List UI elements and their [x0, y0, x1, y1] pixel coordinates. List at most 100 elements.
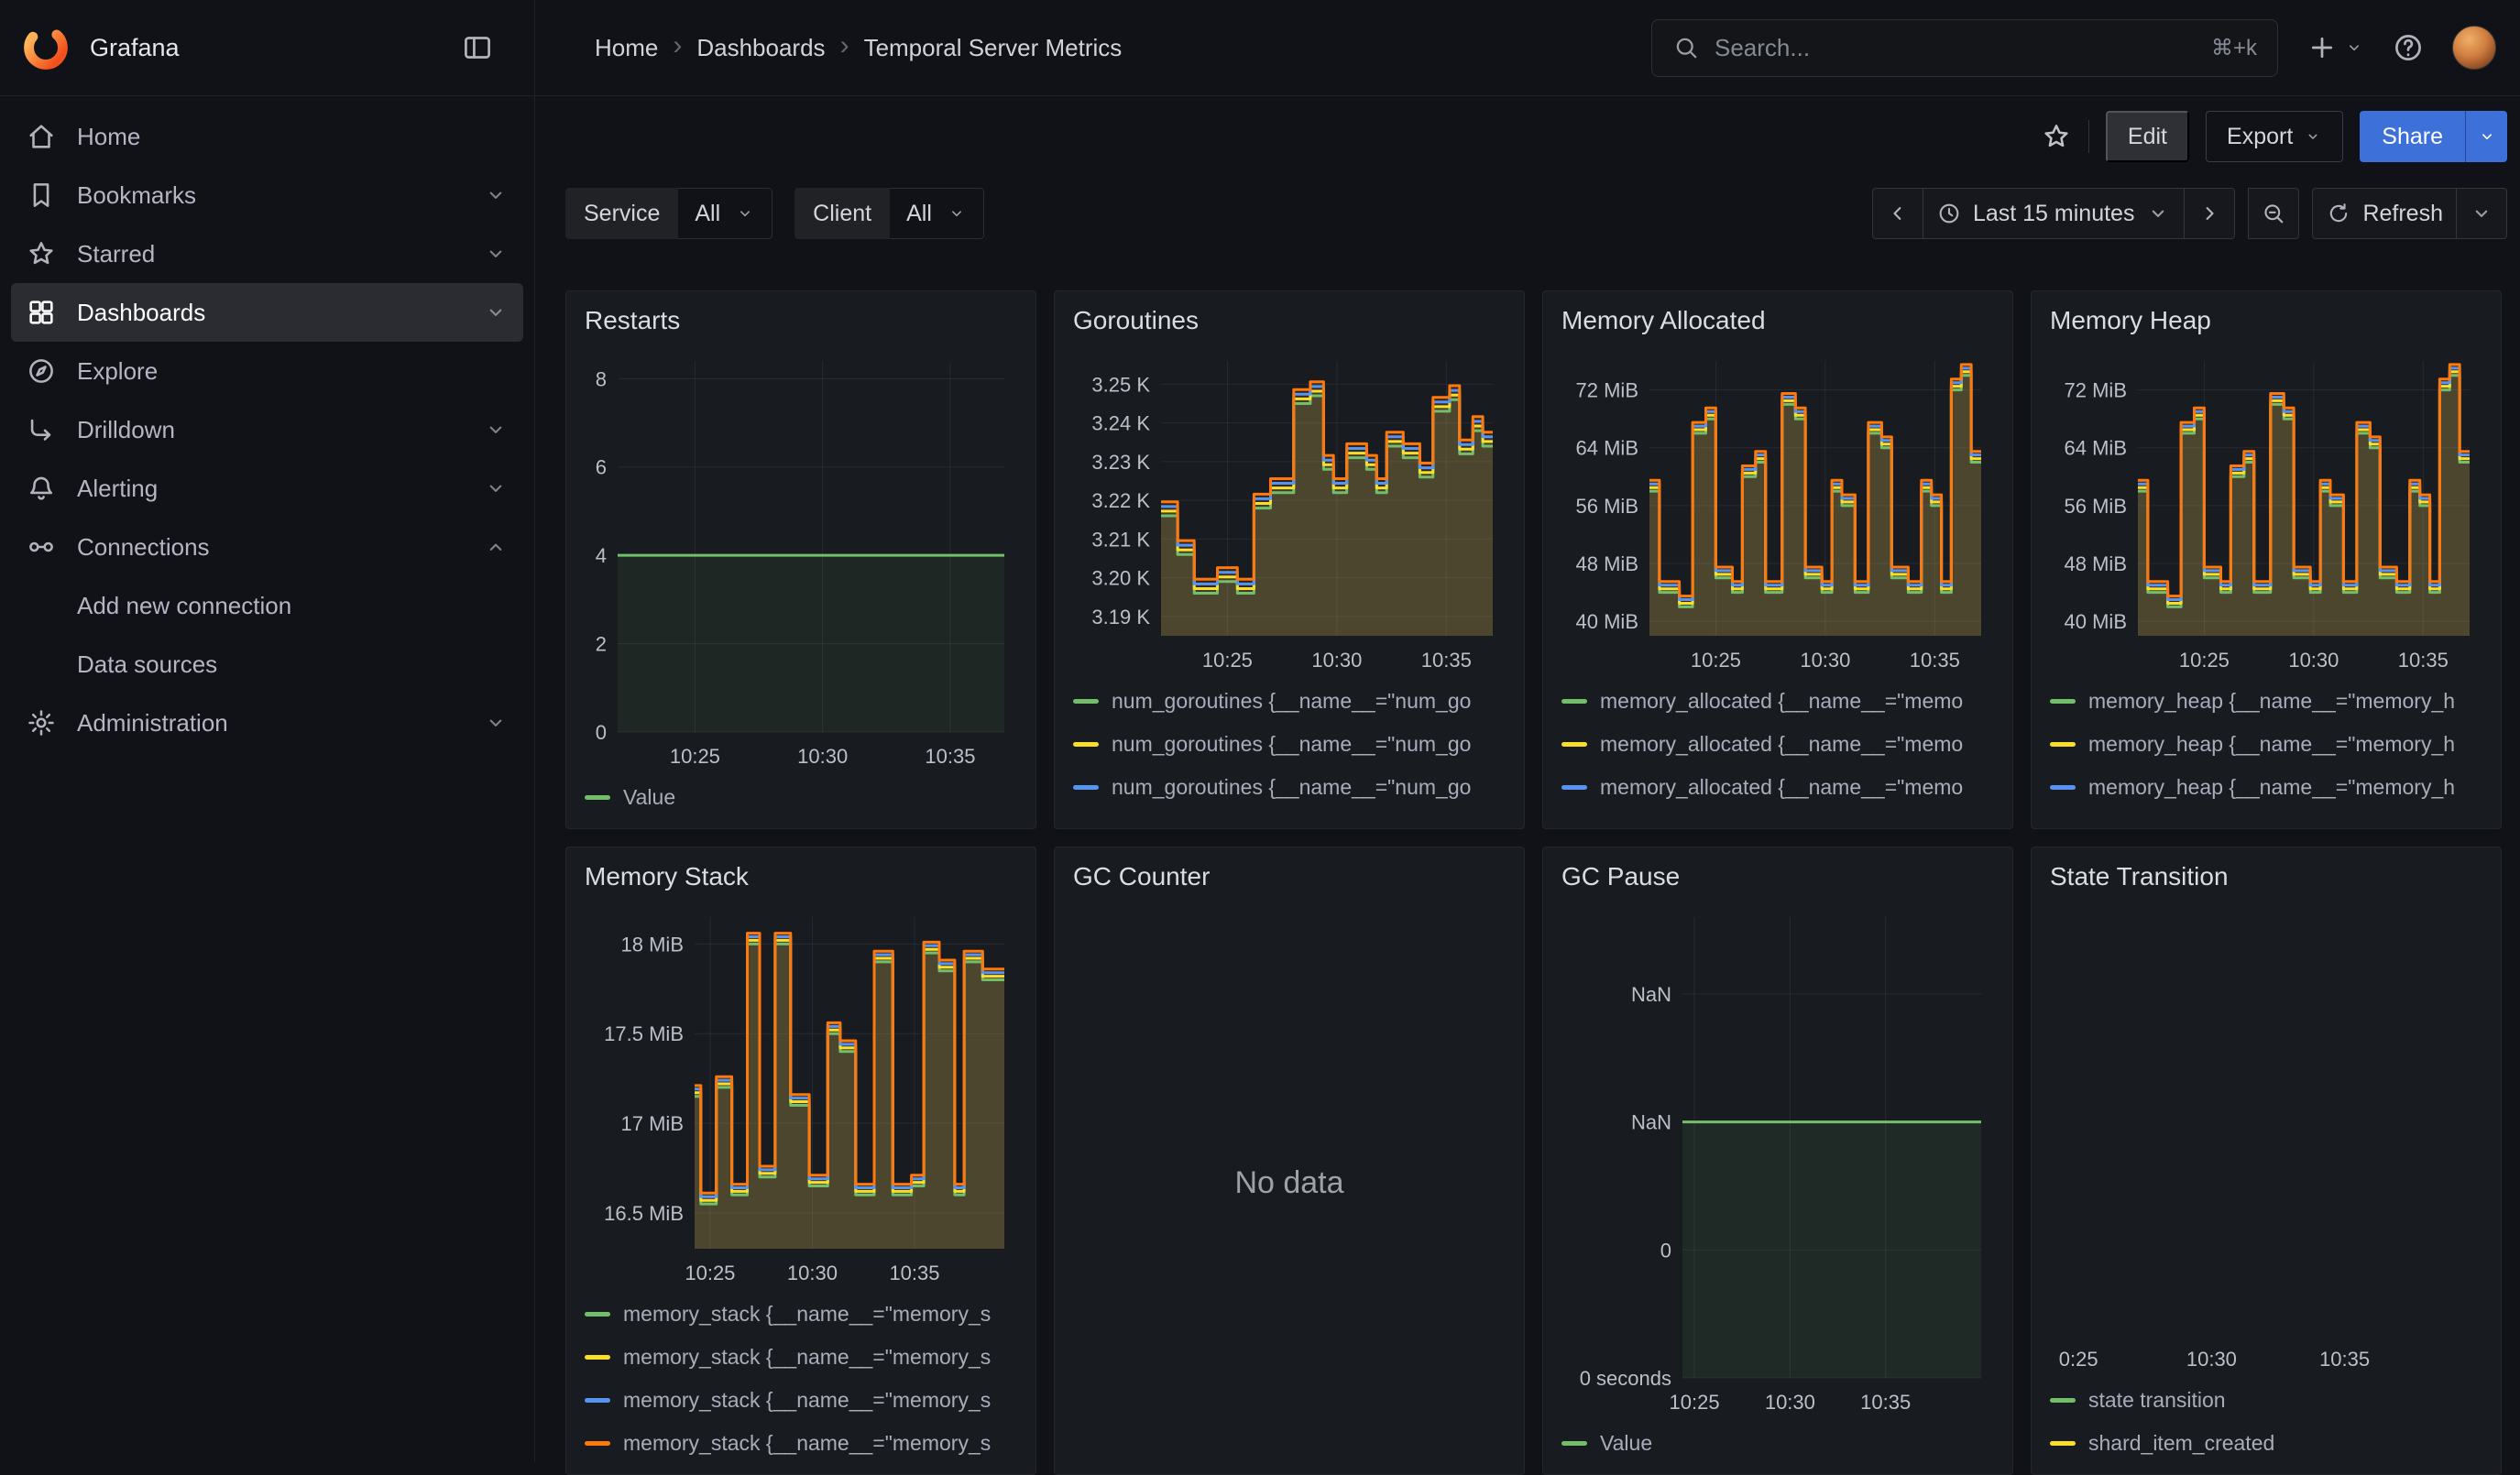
chart-area[interactable]: 40 MiB48 MiB56 MiB64 MiB72 MiB10:2510:30…	[2050, 344, 2482, 676]
legend-item[interactable]: memory_allocated {__name__="memo	[1561, 766, 1994, 809]
time-shift-back-button[interactable]	[1872, 188, 1923, 239]
grafana-logo[interactable]	[22, 24, 70, 71]
search-bar[interactable]: ⌘+k	[1651, 19, 2278, 77]
legend-item[interactable]: Value	[585, 776, 1017, 819]
chevron-down-icon	[2344, 38, 2364, 58]
svg-text:10:30: 10:30	[1800, 649, 1850, 672]
legend-item[interactable]: memory_stack {__name__="memory_s	[585, 1336, 1017, 1379]
panel-title[interactable]: GC Pause	[1561, 862, 1994, 899]
sidebar-item-alerting[interactable]: Alerting	[11, 459, 523, 518]
legend-item[interactable]: Value	[1561, 1422, 1994, 1465]
svg-text:10:30: 10:30	[2288, 649, 2339, 672]
chart-area[interactable]: 0246810:2510:3010:35	[585, 344, 1017, 772]
legend-item[interactable]: num_goroutines {__name__="num_go	[1073, 723, 1506, 766]
variable-client: ClientAll	[794, 188, 984, 239]
legend-item[interactable]: memory_heap {__name__="memory_h	[2050, 723, 2482, 766]
share-button[interactable]: Share	[2360, 111, 2465, 162]
chart-area[interactable]: 0 seconds0NaNNaN10:2510:3010:35	[1561, 901, 1994, 1418]
sidebar-item-starred[interactable]: Starred	[11, 224, 523, 283]
refresh-group: Refresh	[2312, 188, 2507, 239]
legend-label: Value	[623, 785, 675, 810]
variable-value: All	[906, 201, 932, 227]
legend-item[interactable]: memory_stack {__name__="memory_s	[585, 1422, 1017, 1465]
brand-text: Grafana	[90, 34, 180, 62]
sidebar-item-explore[interactable]: Explore	[11, 342, 523, 400]
user-avatar[interactable]	[2452, 26, 2496, 70]
dock-sidebar-icon[interactable]	[461, 31, 494, 64]
legend-item[interactable]: memory_stack {__name__="memory_s	[585, 1293, 1017, 1336]
variable-list: ServiceAll ClientAll	[565, 188, 984, 239]
star-dashboard-icon[interactable]	[2041, 121, 2072, 152]
legend-item[interactable]: memory_heap {__name__="memory_h	[2050, 809, 2482, 819]
panel-title[interactable]: Restarts	[585, 306, 1017, 343]
sidebar-item-connections[interactable]: Connections	[11, 518, 523, 576]
chevron-down-icon[interactable]	[483, 241, 509, 267]
time-range-group: Last 15 minutes	[1872, 188, 2236, 239]
chevron-down-icon[interactable]	[483, 475, 509, 501]
chart-area[interactable]: 3.19 K3.20 K3.21 K3.22 K3.23 K3.24 K3.25…	[1073, 344, 1506, 676]
legend-item[interactable]: shard_item_created	[2050, 1422, 2482, 1465]
breadcrumb-dashboards[interactable]: Dashboards	[696, 34, 825, 62]
chevron-up-icon[interactable]	[483, 534, 509, 560]
chevron-down-icon	[2145, 201, 2171, 226]
sidebar-item-home[interactable]: Home	[11, 107, 523, 166]
export-button[interactable]: Export	[2206, 111, 2343, 162]
share-menu-button[interactable]	[2465, 111, 2507, 162]
panel-title[interactable]: Memory Stack	[585, 862, 1017, 899]
legend-item[interactable]: memory_allocated {__name__="memo	[1561, 809, 1994, 819]
legend-swatch	[1561, 785, 1587, 790]
legend-item[interactable]: state transition	[2050, 1379, 2482, 1422]
breadcrumb-separator: ›	[673, 32, 682, 63]
legend-item[interactable]: memory_allocated {__name__="memo	[1561, 680, 1994, 723]
variable-value-dropdown[interactable]: All	[678, 188, 772, 239]
timeseries-plot: 0 seconds0NaNNaN10:2510:3010:35	[1561, 901, 1994, 1418]
sidebar-item-dashboards[interactable]: Dashboards	[11, 283, 523, 342]
panel-title[interactable]: State Transition	[2050, 862, 2482, 899]
legend-item[interactable]: num_goroutines {__name__="num_go	[1073, 680, 1506, 723]
legend-item[interactable]: num_goroutines {__name__="num_go	[1073, 809, 1506, 819]
search-input[interactable]	[1715, 34, 2197, 62]
legend-item[interactable]: memory_heap {__name__="memory_h	[2050, 766, 2482, 809]
search-icon	[1672, 34, 1700, 61]
chart-area[interactable]: 40 MiB48 MiB56 MiB64 MiB72 MiB10:2510:30…	[1561, 344, 1994, 676]
chart-area[interactable]: 16.5 MiB17 MiB17.5 MiB18 MiB10:2510:3010…	[585, 901, 1017, 1289]
sidebar-item-administration[interactable]: Administration	[11, 694, 523, 752]
chevron-down-icon[interactable]	[483, 710, 509, 736]
search-shortcut: ⌘+k	[2211, 35, 2257, 61]
svg-text:17.5 MiB: 17.5 MiB	[604, 1022, 684, 1045]
panel-title[interactable]: Memory Heap	[2050, 306, 2482, 343]
refresh-button[interactable]: Refresh	[2312, 188, 2457, 239]
legend-item[interactable]: memory_stack {__name__="memory_s	[585, 1379, 1017, 1422]
time-range-picker[interactable]: Last 15 minutes	[1923, 188, 2186, 239]
legend-item[interactable]: num_goroutines {__name__="num_go	[1073, 766, 1506, 809]
help-icon[interactable]	[2392, 31, 2425, 64]
chevron-down-icon[interactable]	[483, 182, 509, 208]
new-menu-button[interactable]	[2306, 31, 2364, 64]
edit-button[interactable]: Edit	[2106, 111, 2189, 162]
chevron-down-icon[interactable]	[483, 300, 509, 325]
sidebar-item-bookmarks[interactable]: Bookmarks	[11, 166, 523, 224]
sidebar-item-data-sources[interactable]: Data sources	[11, 635, 523, 694]
chevron-down-icon	[2477, 126, 2497, 147]
breadcrumb-home[interactable]: Home	[595, 34, 658, 62]
filter-time-row: ServiceAll ClientAll Last 15 minutes	[535, 188, 2520, 239]
legend-swatch	[2050, 1441, 2076, 1446]
chart-area[interactable]: 0:2510:3010:35	[2050, 901, 2482, 1375]
svg-text:2: 2	[596, 633, 607, 656]
no-data-region[interactable]: No data	[1073, 901, 1506, 1465]
panel-title[interactable]: Goroutines	[1073, 306, 1506, 343]
sidebar-item-add-new-connection[interactable]: Add new connection	[11, 576, 523, 635]
svg-text:8: 8	[596, 367, 607, 390]
chevron-down-icon[interactable]	[483, 417, 509, 442]
refresh-interval-button[interactable]	[2456, 188, 2507, 239]
legend-label: memory_allocated {__name__="memo	[1600, 818, 1963, 819]
panel-title[interactable]: Memory Allocated	[1561, 306, 1994, 343]
legend-item[interactable]: memory_heap {__name__="memory_h	[2050, 680, 2482, 723]
zoom-out-time-button[interactable]	[2248, 188, 2299, 239]
sidebar-item-drilldown[interactable]: Drilldown	[11, 400, 523, 459]
time-shift-forward-button[interactable]	[2184, 188, 2235, 239]
variable-service: ServiceAll	[565, 188, 772, 239]
panel-title[interactable]: GC Counter	[1073, 862, 1506, 899]
legend-item[interactable]: memory_allocated {__name__="memo	[1561, 723, 1994, 766]
variable-value-dropdown[interactable]: All	[890, 188, 984, 239]
